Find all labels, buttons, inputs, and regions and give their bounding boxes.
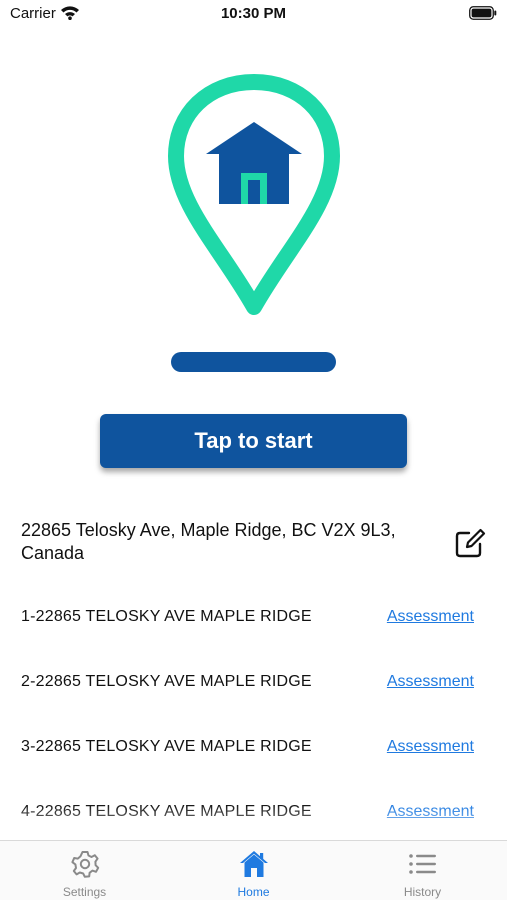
battery-icon	[469, 6, 497, 20]
result-row: 4-22865 TELOSKY AVE MAPLE RIDGE Assessme…	[0, 781, 507, 838]
assessment-link[interactable]: Assessment	[387, 803, 474, 821]
tap-to-start-button[interactable]: Tap to start	[100, 414, 407, 468]
result-row: 2-22865 TELOSKY AVE MAPLE RIDGE Assessme…	[0, 651, 507, 716]
edit-icon[interactable]	[454, 527, 486, 559]
tab-label: Settings	[62, 885, 107, 899]
result-row: 3-22865 TELOSKY AVE MAPLE RIDGE Assessme…	[0, 716, 507, 781]
status-time: 10:30 PM	[220, 5, 287, 22]
tab-history[interactable]: History	[338, 841, 507, 900]
result-row: 1-22865 TELOSKY AVE MAPLE RIDGE Assessme…	[0, 586, 507, 651]
home-icon	[240, 851, 268, 877]
assessment-link[interactable]: Assessment	[387, 673, 474, 691]
gear-icon	[71, 851, 100, 878]
list-icon	[409, 854, 436, 874]
tab-label: Home	[237, 885, 270, 899]
address-text: 22865 Telosky Ave, Maple Ridge, BC V2X 9…	[21, 520, 396, 563]
tab-settings[interactable]: Settings	[0, 841, 169, 900]
progress-bar	[171, 352, 336, 372]
assessment-link[interactable]: Assessment	[387, 608, 474, 626]
home-location-pin-icon	[168, 74, 340, 315]
tab-label: History	[403, 885, 442, 899]
result-title: 4-22865 TELOSKY AVE MAPLE RIDGE	[21, 803, 312, 820]
status-bar: Carrier 10:30 PM	[0, 0, 507, 30]
result-title: 2-22865 TELOSKY AVE MAPLE RIDGE	[21, 673, 312, 690]
tab-bar: Settings Home History	[0, 840, 507, 900]
assessment-link[interactable]: Assessment	[387, 738, 474, 756]
tab-home[interactable]: Home	[169, 841, 338, 900]
results-list: 1-22865 TELOSKY AVE MAPLE RIDGE Assessme…	[0, 586, 507, 838]
result-title: 3-22865 TELOSKY AVE MAPLE RIDGE	[21, 738, 312, 755]
result-title: 1-22865 TELOSKY AVE MAPLE RIDGE	[21, 608, 312, 625]
